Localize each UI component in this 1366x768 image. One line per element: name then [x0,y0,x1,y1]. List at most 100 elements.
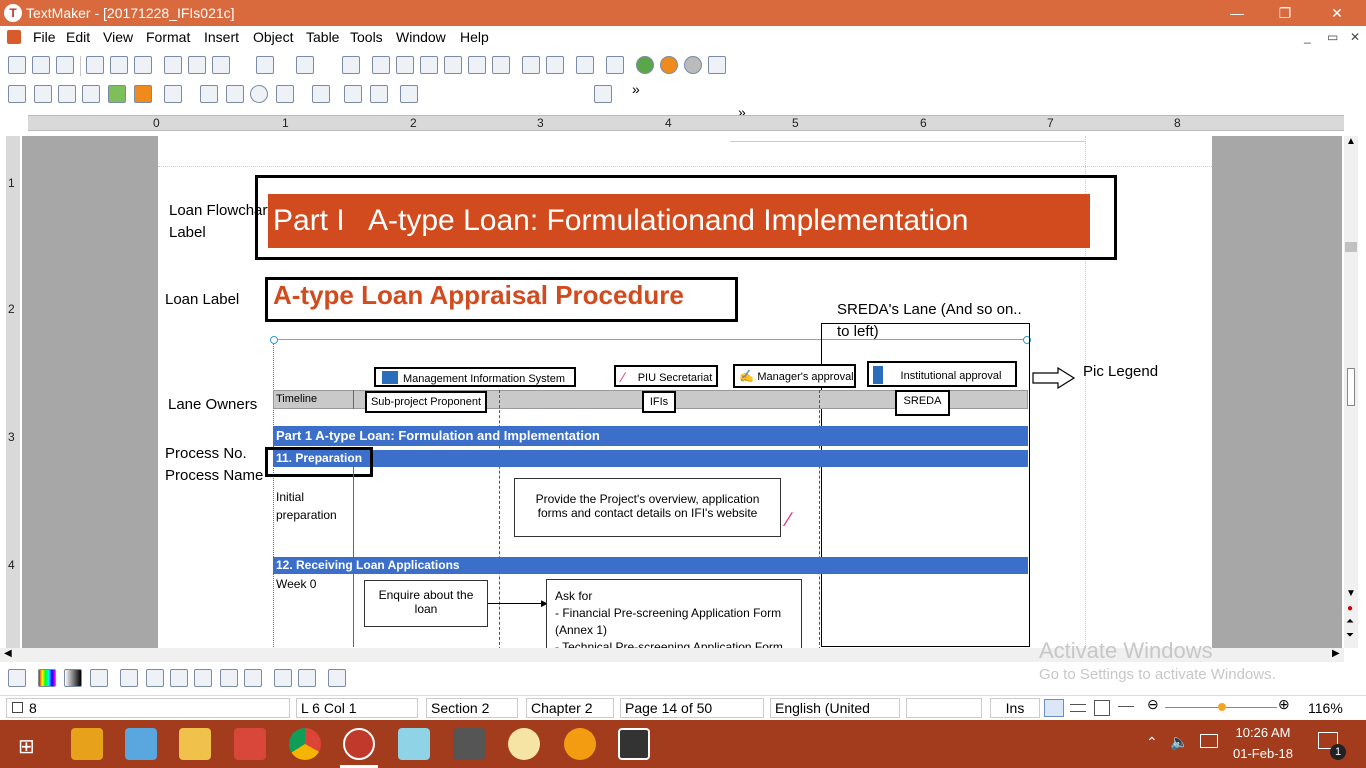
paste-icon[interactable] [212,56,230,74]
master-page-view-icon[interactable] [1094,700,1110,716]
rectangle-tool-icon[interactable] [200,85,218,103]
ms-access-icon[interactable] [71,728,103,760]
zoom-percent[interactable]: 116% [1308,700,1343,716]
scrollbar-thumb[interactable] [1345,242,1357,252]
menu-file[interactable]: File [33,29,56,45]
network-icon[interactable] [1200,734,1218,748]
outline-view-icon[interactable] [1070,700,1086,716]
paint-icon[interactable] [508,728,540,760]
object-toolbar-more-chevron[interactable]: » [632,81,640,97]
vertical-scrollbar[interactable]: ▲ ▼ ● ⏶ ⏷ [1344,136,1358,648]
shopping-cart-icon[interactable] [708,56,726,74]
draft-view-icon[interactable] [1118,700,1134,716]
copy-icon[interactable] [188,56,206,74]
menu-format[interactable]: Format [146,29,190,45]
brightness-down-icon[interactable] [146,669,164,687]
chevron-up-icon[interactable]: ⌃ [1146,734,1158,751]
zoom-in-icon[interactable]: ⊕ [1278,696,1290,713]
browse-object-icon[interactable]: ● [1347,603,1353,614]
smartsoft-icon[interactable] [564,728,596,760]
insert-field-icon[interactable] [372,56,390,74]
frame-handle[interactable] [270,336,278,344]
ole-object-icon[interactable] [82,85,100,103]
chrome-icon[interactable] [289,728,321,760]
text-frame-icon[interactable] [522,56,540,74]
redo-icon[interactable] [296,56,314,74]
menu-tools[interactable]: Tools [350,29,383,45]
select-arrow-icon[interactable] [8,85,26,103]
textmaker-icon[interactable] [343,728,375,760]
menu-insert[interactable]: Insert [204,29,239,45]
document-page[interactable]: Loan Flowchart Label Loan Label Lane Own… [158,136,1212,648]
menu-edit[interactable]: Edit [66,29,90,45]
color-mode-icon[interactable] [38,669,56,687]
menu-view[interactable]: View [103,29,133,45]
mdi-restore-button[interactable]: ▭ [1327,30,1338,44]
new-document-icon[interactable] [8,56,26,74]
menu-help[interactable]: Help [460,29,489,45]
export-pdf-icon[interactable] [110,56,128,74]
insert-form-icon[interactable] [396,56,414,74]
insert-table-icon[interactable] [444,56,462,74]
save-icon[interactable] [56,56,74,74]
planmaker-object-icon[interactable] [108,85,126,103]
horizontal-ruler[interactable]: 0 1 2 3 4 5 6 7 8 [28,115,1344,131]
print-preview-icon[interactable] [134,56,152,74]
ccleaner-icon[interactable] [234,728,266,760]
outline-mode-icon[interactable] [90,669,108,687]
presentations-icon[interactable] [660,56,678,74]
normal-view-icon[interactable] [1044,699,1064,717]
zoom-icon[interactable] [468,56,486,74]
document-icon[interactable] [7,30,21,44]
mdi-close-button[interactable]: ✕ [1350,30,1360,44]
autoshape-tool-icon[interactable] [276,85,294,103]
planmaker-icon[interactable] [636,56,654,74]
vertical-ruler[interactable]: 1 2 3 4 [6,136,20,648]
styles-icon[interactable] [546,56,564,74]
line-tool-icon[interactable] [164,85,182,103]
file-explorer-icon[interactable] [179,728,211,760]
this-pc-icon[interactable] [125,728,157,760]
group-icon[interactable] [344,85,362,103]
minimize-button[interactable]: — [1214,0,1260,26]
menu-table[interactable]: Table [306,29,339,45]
rounded-rectangle-tool-icon[interactable] [226,85,244,103]
grayscale-mode-icon[interactable] [64,669,82,687]
paragraph-marks-icon[interactable] [606,56,624,74]
presentations-object-icon[interactable] [134,85,152,103]
previous-page-icon[interactable]: ⏶ [1346,616,1354,627]
spellcheck-icon[interactable] [576,56,594,74]
bring-forward-icon[interactable] [370,85,388,103]
help-circle-icon[interactable] [684,56,702,74]
gamma-down-icon[interactable] [244,669,262,687]
process-ask-for[interactable]: Ask for - Financial Pre-screening Applic… [546,579,802,648]
process-provide-overview[interactable]: Provide the Project's overview, applicat… [514,478,781,537]
binoculars-icon[interactable] [342,56,360,74]
menu-window[interactable]: Window [396,29,446,45]
mdi-minimize-button[interactable]: _ [1304,30,1311,44]
status-language[interactable]: English (United [770,698,900,718]
menu-object[interactable]: Object [253,29,293,45]
contrast-down-icon[interactable] [194,669,212,687]
grid-icon[interactable] [594,85,612,103]
undo-icon[interactable] [256,56,274,74]
textart-tool-icon[interactable] [312,85,330,103]
volume-icon[interactable]: 🔈 [1170,733,1189,751]
status-insert-mode[interactable]: Ins [990,698,1040,718]
object-mode-icon[interactable] [8,669,26,687]
calculator-icon[interactable] [453,728,485,760]
zoom-percent-icon[interactable] [492,56,510,74]
picture-frame-icon[interactable] [58,85,76,103]
gamma-up-icon[interactable] [220,669,238,687]
text-frame-tool-icon[interactable] [34,85,52,103]
scroll-right-icon[interactable]: ▶ [1332,648,1340,659]
ellipse-tool-icon[interactable] [250,85,268,103]
restore-button[interactable]: ❐ [1262,0,1308,26]
open-folder-icon[interactable] [32,56,50,74]
contrast-up-icon[interactable] [170,669,188,687]
clock-date[interactable]: 01-Feb-18 [1228,746,1298,761]
frame-properties-icon[interactable] [400,85,418,103]
reset-picture-icon[interactable] [328,669,346,687]
clock-time[interactable]: 10:26 AM [1228,725,1298,740]
textmaker-app-icon[interactable]: T [4,4,22,22]
